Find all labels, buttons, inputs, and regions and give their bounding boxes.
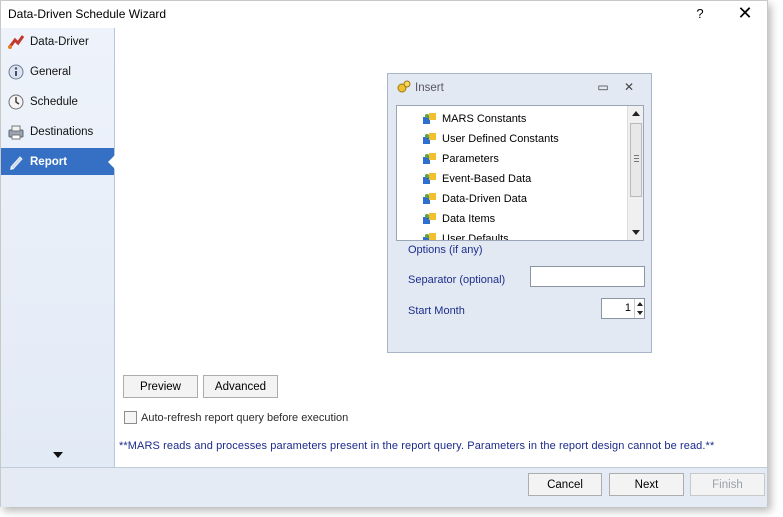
- insert-icon: [396, 79, 412, 98]
- sidebar-item-general[interactable]: General: [1, 58, 114, 85]
- insert-panel: Insert ▭ ✕ MARS Constants User Defined C…: [387, 73, 652, 353]
- insert-panel-header: Insert ▭ ✕: [388, 74, 651, 102]
- separator-label: Separator (optional): [408, 274, 506, 286]
- tree-item-data-driven-data[interactable]: Data-Driven Data: [422, 189, 527, 209]
- auto-refresh-label: Auto-refresh report query before executi…: [141, 411, 349, 424]
- help-button[interactable]: ?: [689, 4, 711, 24]
- sidebar-item-label: Schedule: [30, 95, 78, 108]
- scroll-up-icon[interactable]: [632, 111, 640, 116]
- wizard-window: Data-Driven Schedule Wizard ? ✕ Data-Dri…: [0, 0, 768, 507]
- sidebar-item-label: General: [30, 65, 71, 78]
- sidebar-item-report[interactable]: Report: [1, 148, 115, 175]
- stepper-up-icon[interactable]: [637, 302, 643, 306]
- parameters-note: **MARS reads and processes parameters pr…: [119, 440, 715, 452]
- next-button[interactable]: Next: [609, 473, 684, 496]
- tree-item-label: Data Items: [442, 213, 496, 225]
- chevron-down-icon[interactable]: [53, 452, 63, 458]
- puzzle-icon: [422, 172, 438, 186]
- puzzle-icon: [422, 152, 438, 166]
- finish-button: Finish: [690, 473, 765, 496]
- close-button[interactable]: ✕: [734, 4, 756, 24]
- panel-close-button[interactable]: ✕: [622, 80, 636, 94]
- puzzle-icon: [422, 112, 438, 126]
- info-icon: [7, 63, 25, 81]
- sidebar-item-data-driver[interactable]: Data-Driver: [1, 28, 114, 55]
- stepper-buttons[interactable]: [634, 299, 644, 318]
- printer-icon: [7, 123, 25, 141]
- tree-item-label: Data-Driven Data: [442, 193, 527, 205]
- stepper-down-icon[interactable]: [637, 311, 643, 315]
- window-title: Data-Driven Schedule Wizard: [8, 7, 167, 21]
- auto-refresh-checkbox[interactable]: [124, 411, 137, 424]
- cancel-button[interactable]: Cancel: [528, 473, 602, 496]
- tree-item-label: Event-Based Data: [442, 173, 532, 185]
- sidebar-item-label: Data-Driver: [30, 35, 89, 48]
- insert-panel-title: Insert: [415, 82, 444, 94]
- sidebar-item-label: Destinations: [30, 125, 94, 138]
- insert-tree[interactable]: MARS Constants User Defined Constants Pa…: [396, 105, 644, 241]
- advanced-button[interactable]: Advanced: [203, 375, 278, 398]
- sidebar-item-destinations[interactable]: Destinations: [1, 118, 114, 145]
- scroll-down-icon[interactable]: [632, 230, 640, 235]
- footer-bar: Cancel Next Finish: [1, 467, 767, 507]
- sidebar-item-schedule[interactable]: Schedule: [1, 88, 114, 115]
- sidebar-item-label: Report: [30, 155, 68, 168]
- tree-scrollbar[interactable]: [627, 106, 643, 240]
- start-month-value: 1: [624, 302, 631, 314]
- tree-item-label: User Defined Constants: [442, 133, 559, 145]
- tree-item-label: User Defaults: [442, 233, 509, 241]
- clock-icon: [7, 93, 25, 111]
- title-bar: Data-Driven Schedule Wizard ? ✕: [1, 1, 767, 28]
- tree-item-event-based-data[interactable]: Event-Based Data: [422, 169, 531, 189]
- separator-field[interactable]: [530, 266, 645, 287]
- options-label: Options (if any): [408, 244, 483, 256]
- puzzle-icon: [422, 232, 438, 240]
- tree-item-data-items[interactable]: Data Items: [422, 209, 495, 229]
- puzzle-icon: [422, 212, 438, 226]
- pencil-icon: [7, 153, 25, 171]
- start-month-label: Start Month: [408, 305, 465, 317]
- puzzle-icon: [422, 192, 438, 206]
- tree-item-user-defaults[interactable]: User Defaults: [422, 229, 509, 241]
- tree-item-label: MARS Constants: [442, 113, 527, 125]
- minimize-button[interactable]: ▭: [596, 80, 610, 94]
- auto-refresh-row[interactable]: Auto-refresh report query before executi…: [124, 411, 348, 424]
- start-month-stepper[interactable]: 1: [601, 298, 645, 319]
- sidebar: Data-Driver General Schedule Destination…: [1, 28, 115, 467]
- data-driver-icon: [7, 33, 25, 51]
- tree-item-user-defined-constants[interactable]: User Defined Constants: [422, 129, 559, 149]
- active-indicator: [108, 155, 115, 169]
- tree-item-mars-constants[interactable]: MARS Constants: [422, 109, 526, 129]
- tree-item-label: Parameters: [442, 153, 499, 165]
- tree-item-parameters[interactable]: Parameters: [422, 149, 499, 169]
- preview-button[interactable]: Preview: [123, 375, 198, 398]
- puzzle-icon: [422, 132, 438, 146]
- scroll-thumb[interactable]: [630, 123, 642, 197]
